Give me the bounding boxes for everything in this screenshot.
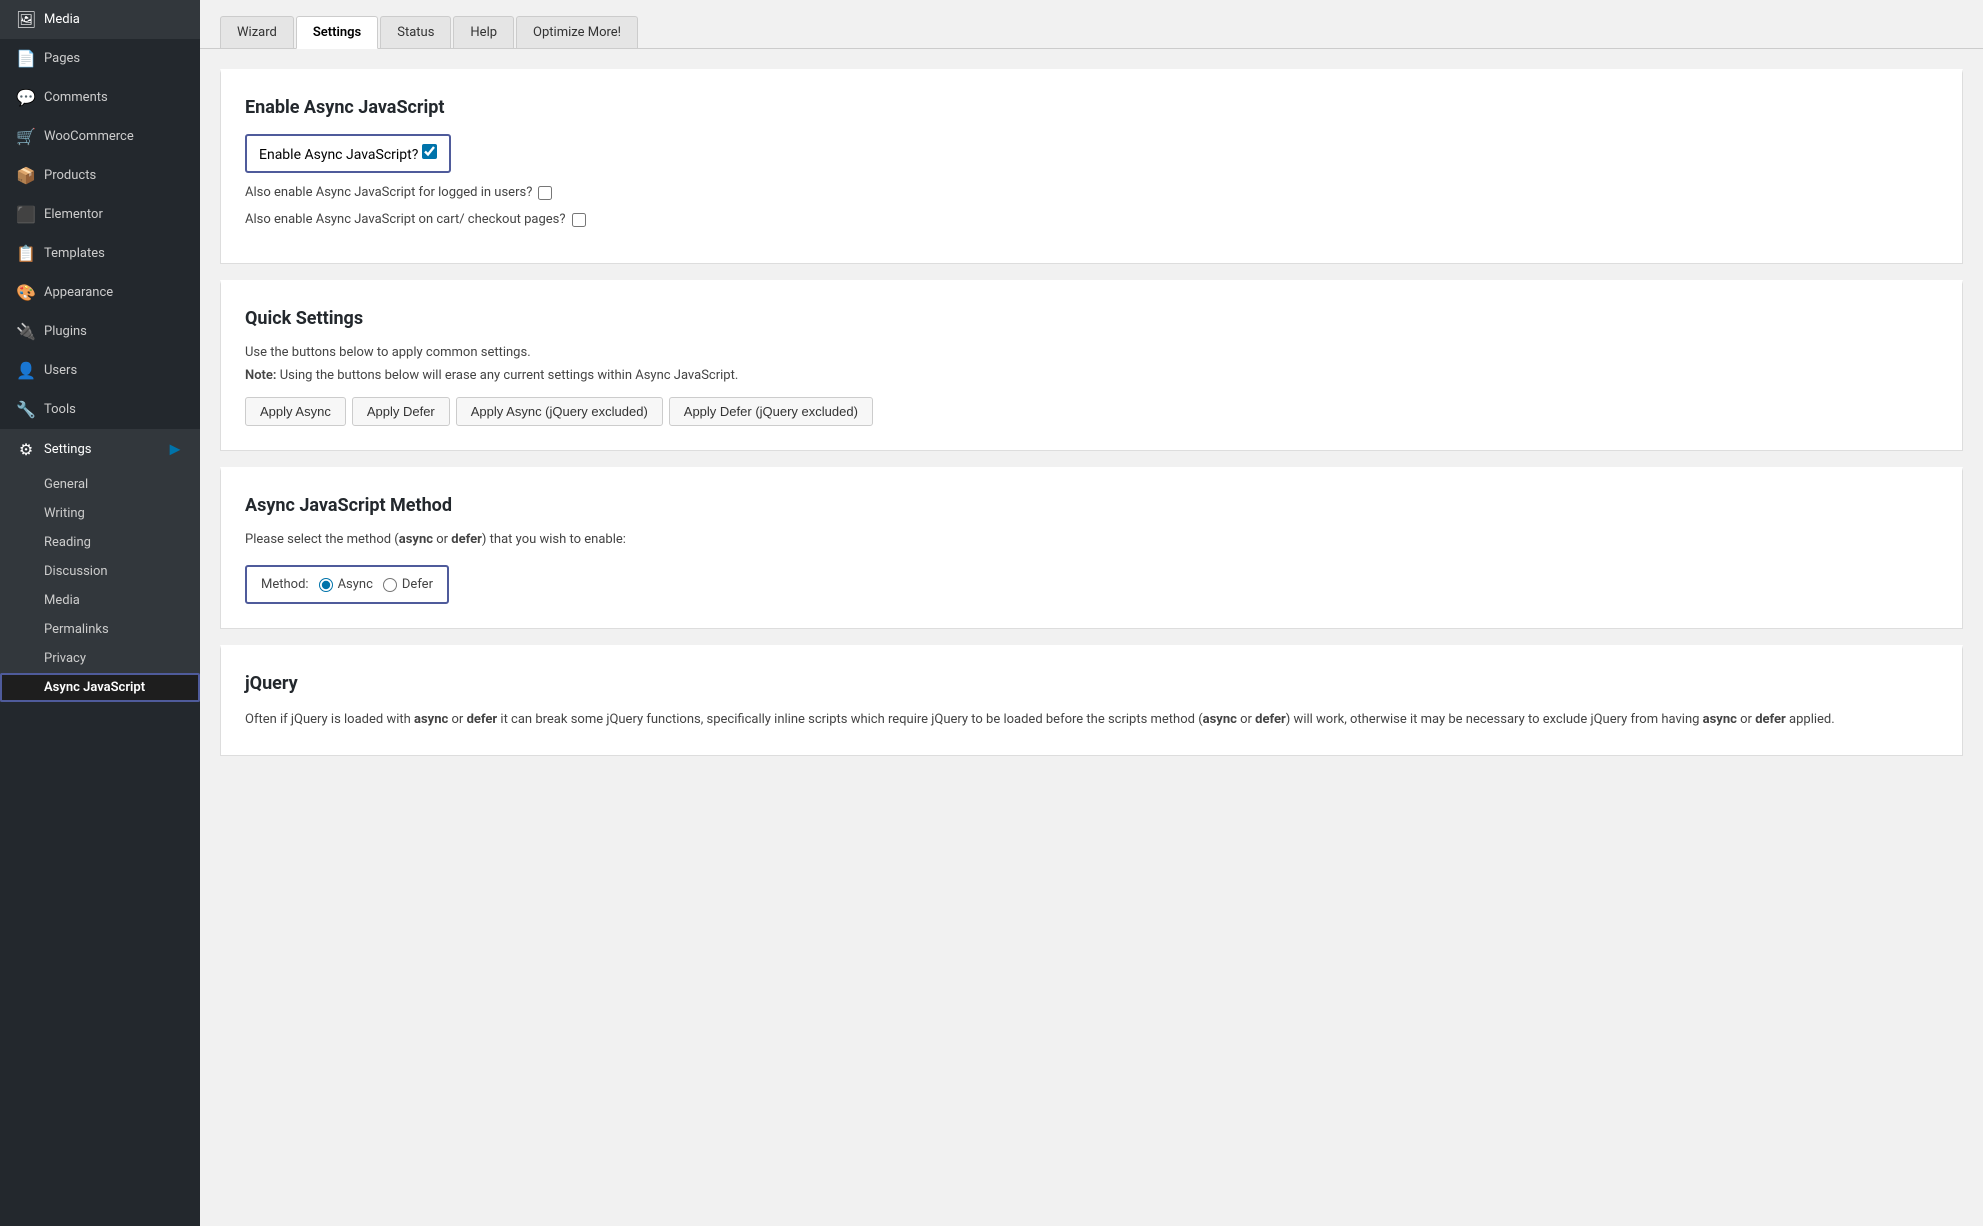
enable-async-panel: Enable Async JavaScript Enable Async Jav… [220, 69, 1963, 264]
sidebar-item-tools[interactable]: 🔧 Tools [0, 390, 200, 429]
apply-async-jquery-btn[interactable]: Apply Async (jQuery excluded) [456, 397, 663, 426]
settings-arrow-icon: ► [166, 439, 184, 460]
cart-checkbox[interactable] [572, 213, 586, 227]
sidebar-subitem-async-javascript[interactable]: Async JavaScript [0, 673, 200, 702]
sidebar-item-elementor[interactable]: ⬛ Elementor [0, 195, 200, 234]
sidebar: 🖼 Media 📄 Pages 💬 Comments 🛒 WooCommerce… [0, 0, 200, 1226]
jquery-text-2: or [448, 712, 466, 727]
templates-icon: 📋 [16, 244, 36, 263]
sidebar-subitem-general[interactable]: General [0, 470, 200, 499]
quick-settings-description: Use the buttons below to apply common se… [245, 345, 1938, 360]
tools-icon: 🔧 [16, 400, 36, 419]
jquery-text-12: applied. [1786, 712, 1835, 727]
tab-help[interactable]: Help [453, 16, 514, 48]
apply-defer-btn[interactable]: Apply Defer [352, 397, 450, 426]
sidebar-item-appearance[interactable]: 🎨 Appearance [0, 273, 200, 312]
appearance-icon: 🎨 [16, 283, 36, 302]
pages-icon: 📄 [16, 49, 36, 68]
jquery-async-9: async [1703, 712, 1737, 727]
quick-settings-note: Note: Using the buttons below will erase… [245, 368, 1938, 383]
enable-async-label[interactable]: Enable Async JavaScript? [259, 144, 437, 163]
method-defer-label[interactable]: Defer [383, 577, 433, 592]
sidebar-item-comments[interactable]: 💬 Comments [0, 78, 200, 117]
note-text: Using the buttons below will erase any c… [280, 368, 739, 383]
method-label: Method: [261, 577, 309, 592]
sidebar-subitem-privacy[interactable]: Privacy [0, 644, 200, 673]
sidebar-item-settings[interactable]: ⚙ Settings ► [0, 429, 200, 470]
jquery-text-6: or [1237, 712, 1255, 727]
sidebar-item-templates[interactable]: 📋 Templates [0, 234, 200, 273]
jquery-defer-3: defer [467, 712, 498, 727]
method-highlight-box: Method: Async Defer [245, 565, 449, 604]
jquery-text-4: it can break some jQuery functions, spec… [497, 712, 1202, 727]
enable-async-highlight-box: Enable Async JavaScript? [245, 134, 451, 173]
cart-label[interactable]: Also enable Async JavaScript on cart/ ch… [245, 212, 586, 227]
jquery-text-0: Often if jQuery is loaded with [245, 712, 414, 727]
async-method-title: Async JavaScript Method [245, 495, 1938, 516]
settings-icon: ⚙ [16, 440, 36, 459]
jquery-description: Often if jQuery is loaded with async or … [245, 710, 1938, 731]
main-content: Wizard Settings Status Help Optimize Mor… [200, 0, 1983, 1226]
method-async-label[interactable]: Async [319, 577, 373, 592]
jquery-defer-11: defer [1755, 712, 1786, 727]
enable-async-checkbox[interactable] [422, 144, 437, 159]
tab-settings[interactable]: Settings [296, 16, 378, 49]
jquery-async-1: async [414, 712, 448, 727]
media-icon: 🖼 [16, 10, 36, 29]
enable-async-title: Enable Async JavaScript [245, 97, 1938, 118]
apply-defer-jquery-btn[interactable]: Apply Defer (jQuery excluded) [669, 397, 873, 426]
elementor-icon: ⬛ [16, 205, 36, 224]
products-icon: 📦 [16, 166, 36, 185]
jquery-text-8: ) will work, otherwise it may be necessa… [1286, 712, 1703, 727]
jquery-title: jQuery [245, 673, 1938, 694]
sidebar-item-woocommerce[interactable]: 🛒 WooCommerce [0, 117, 200, 156]
quick-settings-buttons: Apply Async Apply Defer Apply Async (jQu… [245, 397, 1938, 426]
tab-wizard[interactable]: Wizard [220, 16, 294, 48]
method-defer-radio[interactable] [383, 578, 397, 592]
sidebar-item-pages[interactable]: 📄 Pages [0, 39, 200, 78]
logged-in-checkbox[interactable] [538, 186, 552, 200]
apply-async-btn[interactable]: Apply Async [245, 397, 346, 426]
cart-row: Also enable Async JavaScript on cart/ ch… [245, 212, 1938, 227]
sidebar-subitem-reading[interactable]: Reading [0, 528, 200, 557]
async-method-description: Please select the method (async or defer… [245, 532, 1938, 547]
settings-submenu: General Writing Reading Discussion Media… [0, 470, 200, 702]
method-async-radio[interactable] [319, 578, 333, 592]
tab-optimize[interactable]: Optimize More! [516, 16, 638, 48]
content-area: Enable Async JavaScript Enable Async Jav… [200, 49, 1983, 776]
sidebar-subitem-discussion[interactable]: Discussion [0, 557, 200, 586]
plugins-icon: 🔌 [16, 322, 36, 341]
sidebar-item-plugins[interactable]: 🔌 Plugins [0, 312, 200, 351]
sidebar-subitem-permalinks[interactable]: Permalinks [0, 615, 200, 644]
sidebar-subitem-writing[interactable]: Writing [0, 499, 200, 528]
users-icon: 👤 [16, 361, 36, 380]
sidebar-item-users[interactable]: 👤 Users [0, 351, 200, 390]
logged-in-label[interactable]: Also enable Async JavaScript for logged … [245, 185, 552, 200]
logged-in-row: Also enable Async JavaScript for logged … [245, 185, 1938, 200]
sidebar-subitem-media[interactable]: Media [0, 586, 200, 615]
quick-settings-panel: Quick Settings Use the buttons below to … [220, 280, 1963, 451]
jquery-text-10: or [1737, 712, 1755, 727]
jquery-async-5: async [1203, 712, 1237, 727]
quick-settings-title: Quick Settings [245, 308, 1938, 329]
jquery-panel: jQuery Often if jQuery is loaded with as… [220, 645, 1963, 756]
sidebar-item-products[interactable]: 📦 Products [0, 156, 200, 195]
async-method-panel: Async JavaScript Method Please select th… [220, 467, 1963, 629]
tabs-bar: Wizard Settings Status Help Optimize Mor… [200, 0, 1983, 49]
tab-status[interactable]: Status [380, 16, 451, 48]
jquery-defer-7: defer [1255, 712, 1286, 727]
sidebar-item-media[interactable]: 🖼 Media [0, 0, 200, 39]
woocommerce-icon: 🛒 [16, 127, 36, 146]
note-bold: Note: [245, 368, 276, 383]
comments-icon: 💬 [16, 88, 36, 107]
